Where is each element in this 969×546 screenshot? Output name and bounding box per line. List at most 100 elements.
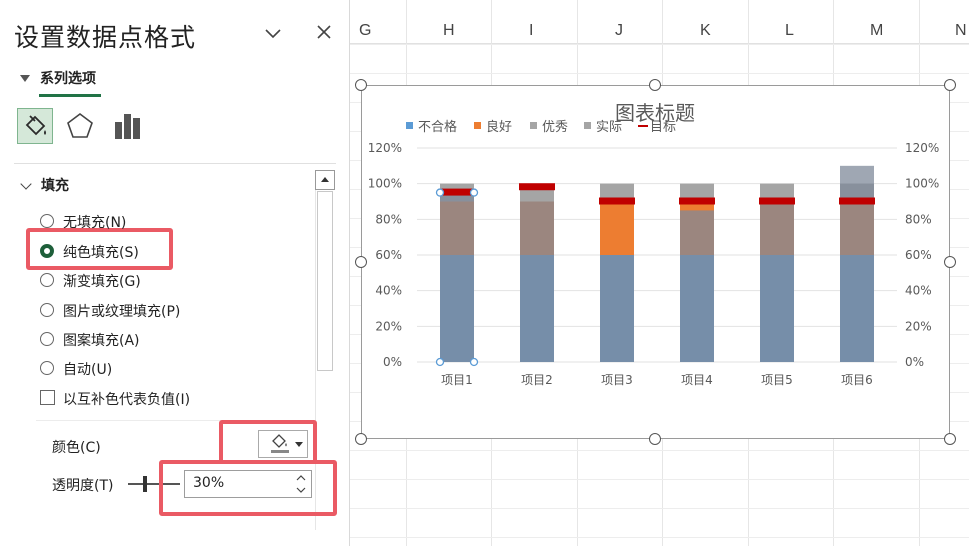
bar-actual xyxy=(600,255,634,362)
radio-button[interactable] xyxy=(40,244,54,258)
y-tick-label: 40% xyxy=(375,284,402,298)
effects-pentagon-icon[interactable] xyxy=(62,108,98,144)
close-icon[interactable] xyxy=(313,21,335,43)
pane-options-chevron-down-icon[interactable] xyxy=(262,22,284,44)
x-tick-label: 项目6 xyxy=(841,373,873,387)
column-header-i[interactable]: I xyxy=(529,22,533,40)
y2-tick-label: 120% xyxy=(905,141,939,155)
scrollbar-thumb[interactable] xyxy=(317,191,333,371)
resize-handle[interactable] xyxy=(944,433,956,445)
point-handle xyxy=(469,357,479,367)
point-handle xyxy=(469,188,479,197)
target-marker xyxy=(759,197,795,205)
section-chevron-icon[interactable] xyxy=(20,178,32,190)
chart-bars[interactable] xyxy=(435,165,876,367)
resize-handle[interactable] xyxy=(944,79,956,91)
y2-tick-label: 80% xyxy=(905,212,932,226)
series-options-chart-icon[interactable] xyxy=(110,108,146,144)
column-header-k[interactable]: K xyxy=(700,22,711,40)
section-fill-header[interactable]: 填充 xyxy=(41,175,69,195)
y2-tick-label: 100% xyxy=(905,177,939,191)
column-header-g[interactable]: G xyxy=(359,22,371,40)
y-tick-label: 0% xyxy=(383,355,402,369)
scroll-up-button[interactable] xyxy=(315,170,335,190)
y2-tick-label: 20% xyxy=(905,319,932,333)
legend-label: 实际 xyxy=(596,120,622,135)
legend-swatch xyxy=(584,122,591,129)
y2-tick-label: 60% xyxy=(905,248,932,262)
row-gridline xyxy=(350,450,969,451)
resize-handle[interactable] xyxy=(944,256,956,268)
y2-tick-label: 40% xyxy=(905,284,932,298)
y-tick-label: 100% xyxy=(368,177,402,191)
radio-label: 图片或纹理填充(P) xyxy=(63,304,181,320)
legend-swatch xyxy=(406,122,413,129)
column-header-j[interactable]: J xyxy=(615,22,623,40)
highlight-transparency xyxy=(159,460,337,516)
tab-series-options[interactable]: 系列选项 xyxy=(40,68,96,88)
y-tick-label: 20% xyxy=(375,319,402,333)
legend-label: 良好 xyxy=(486,119,512,135)
column-header-m[interactable]: M xyxy=(870,22,883,40)
legend-label: 优秀 xyxy=(542,120,568,135)
chart-svg: 图表标题 不合格 良好 优秀 实际 目标 0%20%40%60%80%100%120% … xyxy=(368,101,940,387)
y-tick-label: 60% xyxy=(375,248,402,262)
row-gridline xyxy=(350,73,969,74)
x-tick-label: 项目3 xyxy=(601,373,633,387)
bar-good xyxy=(600,201,634,255)
legend-swatch xyxy=(474,122,481,129)
transparency-label: 透明度(T) xyxy=(52,478,114,494)
color-label: 颜色(C) xyxy=(52,440,101,456)
radio-button[interactable] xyxy=(40,361,54,375)
x-tick-label: 项目4 xyxy=(681,373,713,387)
radio-label: 纯色填充(S) xyxy=(63,245,139,261)
radio-button[interactable] xyxy=(40,214,54,228)
row-gridline xyxy=(350,44,969,45)
x-tick-label: 项目2 xyxy=(521,373,553,387)
target-marker xyxy=(519,183,555,191)
format-data-point-pane: 设置数据点格式 系列选项 填充 以互补色代表负值(I) 颜色(C) 透明度(T)… xyxy=(0,0,350,546)
chart-area[interactable]: 图表标题 不合格 良好 优秀 实际 目标 0% 20% 40% 60% 80% 100% 120% … xyxy=(361,85,950,439)
y2-tick-label: 0% xyxy=(905,355,924,369)
radio-label: 自动(U) xyxy=(63,362,113,378)
row-gridline xyxy=(350,479,969,480)
legend-label: 目标 xyxy=(650,120,676,135)
bar-actual xyxy=(520,201,554,362)
highlight-color-button xyxy=(219,420,317,464)
transparency-slider-handle[interactable] xyxy=(143,476,147,492)
column-header-n[interactable]: N xyxy=(955,22,967,40)
tab-active-indicator xyxy=(39,94,101,97)
target-marker xyxy=(439,188,475,196)
target-marker xyxy=(599,197,635,205)
x-axis: 项目1 项目2 项目3 项目4 项目5 项目6 xyxy=(441,373,873,387)
radio-button[interactable] xyxy=(40,273,54,287)
resize-handle[interactable] xyxy=(649,433,661,445)
x-tick-label: 项目5 xyxy=(761,373,793,387)
column-header-h[interactable]: H xyxy=(443,22,455,40)
tab-caret-icon xyxy=(20,75,30,82)
column-header-l[interactable]: L xyxy=(785,22,794,40)
resize-handle[interactable] xyxy=(355,256,367,268)
invert-negative-label: 以互补色代表负值(I) xyxy=(63,392,191,408)
invert-negative-checkbox[interactable] xyxy=(40,390,55,405)
target-marker xyxy=(839,197,875,205)
point-handle xyxy=(435,188,445,197)
radio-label: 渐变填充(G) xyxy=(63,274,141,290)
y-tick-label: 120% xyxy=(368,141,402,155)
y-tick-label: 80% xyxy=(375,212,402,226)
divider xyxy=(14,163,336,164)
resize-handle[interactable] xyxy=(649,79,661,91)
column-header-row: G H I J K L M N xyxy=(350,0,969,44)
excel-window: GHIJKLMN 图表标题 不合格 良好 优秀 实际 目标 0% 20% 40% 60% 80%… xyxy=(0,0,969,546)
bar-actual xyxy=(760,201,794,362)
target-marker xyxy=(679,197,715,205)
resize-handle[interactable] xyxy=(355,433,367,445)
radio-button[interactable] xyxy=(40,303,54,317)
x-tick-label: 项目1 xyxy=(441,373,473,387)
fill-line-icon[interactable] xyxy=(17,108,53,144)
radio-button[interactable] xyxy=(40,332,54,346)
radio-label: 无填充(N) xyxy=(63,215,127,231)
resize-handle[interactable] xyxy=(355,79,367,91)
bar-actual xyxy=(680,210,714,362)
y-axis-right: 0% 20% 40% 60% 80% 100% 120% xyxy=(905,141,939,369)
